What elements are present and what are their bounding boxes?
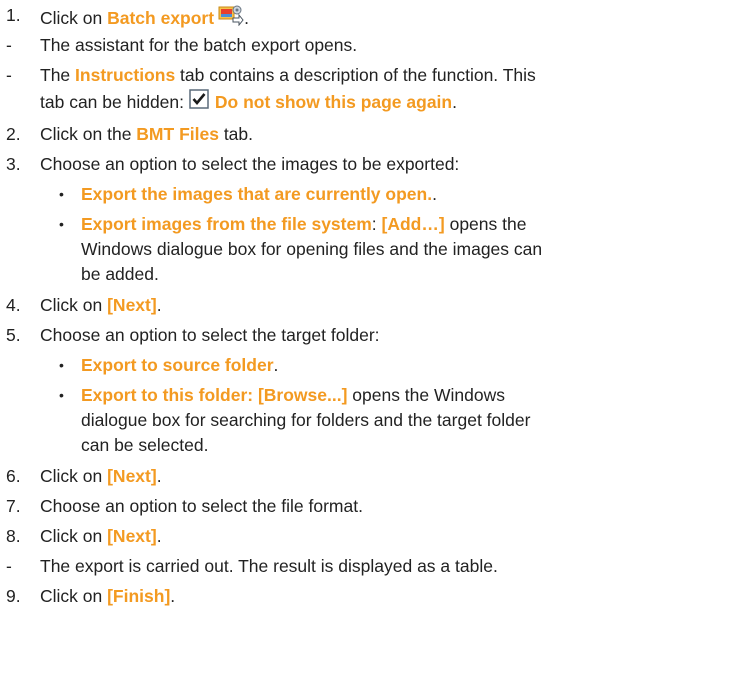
step-number: 5. — [6, 325, 21, 345]
option-label: Export images from the file system — [81, 214, 372, 234]
step-number: 3. — [6, 154, 21, 174]
step-number: 4. — [6, 295, 21, 315]
next-button-label: [Next] — [107, 466, 157, 486]
step-text: . — [244, 8, 249, 28]
step-number: 1. — [6, 5, 21, 25]
checkbox-checked-icon — [189, 89, 209, 109]
step-text: . — [432, 184, 437, 204]
step-text: . — [170, 586, 176, 606]
bullet-marker: • — [59, 186, 64, 202]
step-text: dialogue box for searching for folders a… — [81, 410, 531, 430]
step-text: Click on the — [40, 124, 137, 144]
instructions-tab-label: Instructions — [75, 65, 176, 85]
step-text: Choose an option to select the file form… — [40, 496, 363, 516]
step-text: be added. — [81, 264, 159, 284]
step-text: Click on — [40, 8, 108, 28]
step-text: . — [156, 295, 162, 315]
step-text: . — [273, 355, 279, 375]
step-text: Choose an option to select the target fo… — [40, 325, 380, 345]
step-text: Click on — [40, 295, 108, 315]
step-text: Click on — [40, 466, 108, 486]
step-number: 2. — [6, 124, 21, 144]
step-text: Choose an option to select the images to… — [40, 154, 460, 174]
step-text: can be selected. — [81, 435, 209, 455]
bullet-marker: • — [59, 387, 64, 403]
option-label: Export the images that are currently ope… — [81, 184, 433, 204]
dash-marker: - — [6, 35, 12, 55]
step-text: Windows dialogue box for opening files a… — [81, 239, 543, 259]
step-text: tab contains a description of the functi… — [175, 65, 536, 85]
step-text: tab. — [218, 124, 254, 144]
step-text: The — [40, 65, 76, 85]
dash-marker: - — [6, 65, 12, 85]
step-text: The assistant for the batch export opens… — [40, 35, 358, 55]
add-button-label: [Add…] — [381, 214, 445, 234]
step-text: : — [371, 214, 382, 234]
do-not-show-label: Do not show this page again — [214, 92, 453, 112]
option-label: Export to source folder — [81, 355, 274, 375]
step-text: . — [156, 466, 162, 486]
batch-export-label: Batch export — [107, 8, 215, 28]
step-text: . — [156, 526, 162, 546]
option-label: Export to this folder: [Browse...] — [81, 385, 348, 405]
batch-export-icon — [218, 5, 244, 26]
next-button-label: [Next] — [107, 526, 157, 546]
instruction-document: 1. Click on Batch export . - The assista… — [0, 0, 733, 678]
step-number: 6. — [6, 466, 21, 486]
finish-button-label: [Finish] — [107, 586, 171, 606]
dash-marker: - — [6, 556, 12, 576]
step-text: . — [452, 92, 457, 112]
step-text: Click on — [40, 526, 108, 546]
step-text: Click on — [40, 586, 108, 606]
next-button-label: [Next] — [107, 295, 157, 315]
step-number: 7. — [6, 496, 21, 516]
step-text: The export is carried out. The result is… — [40, 556, 498, 576]
bullet-marker: • — [59, 357, 64, 373]
step-number: 8. — [6, 526, 21, 546]
step-number: 9. — [6, 586, 21, 606]
step-text: tab can be hidden: — [40, 92, 189, 112]
bullet-marker: • — [59, 216, 64, 232]
step-text: opens the — [444, 214, 527, 234]
bmt-files-tab-label: BMT Files — [136, 124, 219, 144]
step-text: opens the Windows — [347, 385, 505, 405]
